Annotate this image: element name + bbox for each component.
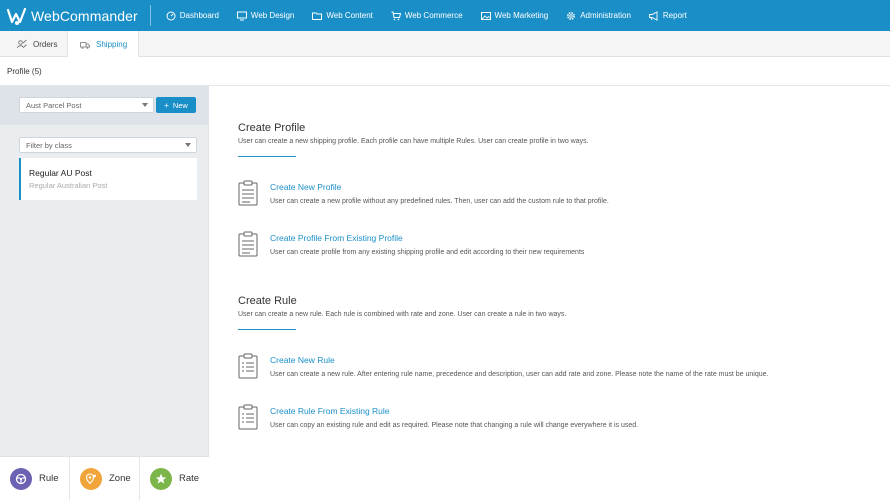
tab-label: Shipping	[96, 40, 128, 49]
new-button-label: New	[172, 100, 188, 110]
plus-icon: +	[164, 100, 169, 110]
option-title: Create New Rule	[270, 355, 335, 365]
create-new-rule-option[interactable]: Create New Rule User can create a new ru…	[238, 353, 768, 379]
create-rule-description: User can create a new rule. Each rule is…	[238, 311, 567, 318]
gear-icon	[567, 11, 576, 20]
create-profile-from-existing-option[interactable]: Create Profile From Existing Profile Use…	[238, 231, 584, 257]
tab-rate-label: Rate	[179, 473, 200, 484]
checklist-icon	[238, 404, 258, 430]
star-icon	[155, 473, 167, 484]
option-description: User can create a new profile without an…	[270, 198, 609, 205]
nav-web-commerce[interactable]: Web Commerce	[382, 0, 472, 31]
nav-label: Web Design	[250, 11, 295, 20]
rate-badge	[150, 467, 172, 490]
nav-label: Administration	[580, 11, 631, 20]
section-underline	[238, 329, 296, 330]
cart-icon	[391, 11, 401, 20]
nav-label: Web Content	[326, 11, 373, 20]
profile-description: Regular Australian Post	[29, 181, 108, 190]
app-name: WebCommander	[31, 7, 138, 24]
monitor-icon	[236, 11, 247, 20]
option-description: User can copy an existing rule and edit …	[270, 422, 639, 429]
nav-dashboard[interactable]: Dashboard	[157, 0, 228, 31]
nav-label: Dashboard	[179, 11, 219, 20]
create-rule-from-existing-option[interactable]: Create Rule From Existing Rule User can …	[238, 404, 638, 430]
option-title: Create Profile From Existing Profile	[270, 233, 403, 243]
checklist-icon	[238, 353, 258, 379]
create-profile-heading: Create Profile	[238, 122, 306, 134]
nav-report[interactable]: Report	[640, 0, 696, 31]
tab-zone-label: Zone	[109, 473, 131, 484]
option-title: Create Rule From Existing Rule	[270, 406, 390, 416]
module-tabs: Orders Shipping	[0, 31, 890, 58]
chevron-down-icon	[185, 143, 191, 147]
folder-icon	[312, 12, 323, 20]
nav-label: Web Marketing	[494, 11, 549, 20]
nav-label: Report	[662, 11, 687, 20]
zone-badge	[80, 467, 102, 490]
option-description: User can create profile from any existin…	[270, 249, 585, 256]
profile-selector-bar: Aust Parcel Post + New	[0, 86, 209, 125]
option-title: Create New Profile	[270, 182, 342, 192]
tab-rate[interactable]: Rate	[140, 457, 209, 500]
document-icon	[238, 231, 258, 257]
truck-icon	[80, 41, 90, 49]
rule-zone-rate-tabs: Rule Zone Rate	[0, 456, 209, 500]
profile-select-value: Aust Parcel Post	[26, 100, 82, 110]
chevron-down-icon	[142, 103, 148, 107]
nav-administration[interactable]: Administration	[557, 0, 640, 31]
tab-rule-label: Rule	[39, 473, 59, 484]
tab-label: Orders	[33, 39, 58, 49]
location-icon	[85, 472, 96, 484]
filter-placeholder: Filter by class	[26, 140, 72, 150]
image-icon	[480, 11, 491, 20]
create-rule-heading: Create Rule	[238, 295, 297, 307]
tab-rule[interactable]: Rule	[0, 457, 70, 500]
top-navigation-bar: WebCommander Dashboard Web Design Web Co…	[0, 0, 890, 31]
section-underline	[238, 156, 296, 157]
app-logo[interactable]: WebCommander	[0, 0, 138, 31]
logo-divider	[149, 5, 151, 26]
shipping-main-content: Create Profile User can create a new shi…	[210, 86, 890, 500]
tab-orders[interactable]: Orders	[5, 31, 67, 57]
nav-web-design[interactable]: Web Design	[228, 0, 303, 31]
create-new-profile-option[interactable]: Create New Profile User can create a new…	[238, 180, 609, 206]
logo-icon	[6, 7, 27, 25]
profile-count-bar: Profile (5)	[0, 57, 890, 86]
nav-label: Web Commerce	[404, 11, 463, 20]
filter-by-class-select[interactable]: Filter by class	[19, 137, 197, 153]
steering-icon	[15, 473, 27, 484]
create-profile-description: User can create a new shipping profile. …	[238, 138, 589, 145]
nav-web-marketing[interactable]: Web Marketing	[472, 0, 558, 31]
new-profile-button[interactable]: + New	[156, 97, 196, 113]
profile-sidebar: Aust Parcel Post + New Filter by class R…	[0, 86, 209, 500]
megaphone-icon	[648, 10, 658, 21]
tab-shipping[interactable]: Shipping	[67, 31, 139, 58]
option-description: User can create a new rule. After enteri…	[270, 371, 769, 378]
dashboard-icon	[166, 11, 176, 20]
profile-count-label: Profile (5)	[7, 66, 42, 76]
profile-name: Regular AU Post	[29, 168, 92, 178]
profile-select[interactable]: Aust Parcel Post	[19, 97, 154, 113]
profile-list-item[interactable]: Regular AU Post Regular Australian Post	[19, 158, 197, 200]
document-icon	[238, 180, 258, 206]
tab-zone[interactable]: Zone	[70, 457, 140, 500]
rule-badge	[10, 467, 32, 490]
nav-web-content[interactable]: Web Content	[303, 0, 382, 31]
main-nav: Dashboard Web Design Web Content Web Com…	[157, 0, 696, 31]
orders-icon	[17, 39, 27, 49]
